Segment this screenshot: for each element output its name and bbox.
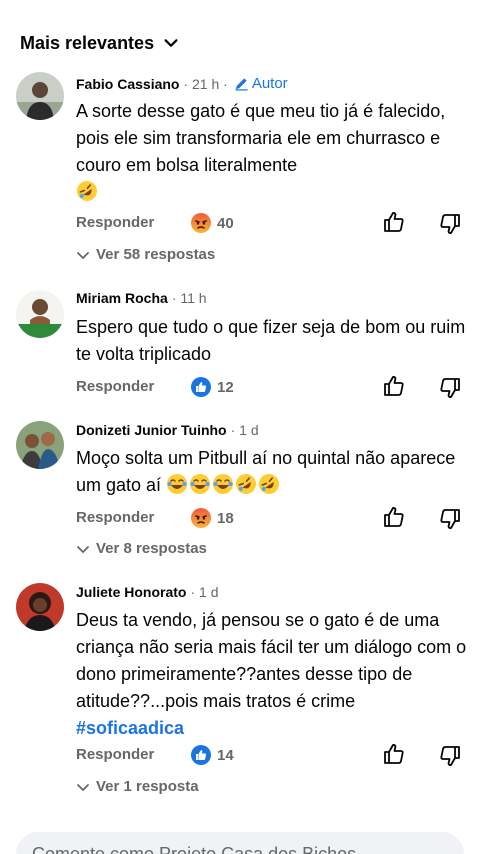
reaction-summary[interactable]: 40 [190,212,234,234]
angry-reaction-icon [191,213,211,233]
chevron-down-icon [164,39,178,47]
comment-time: · 11 h [171,290,207,306]
commenter-name[interactable]: Donizeti Junior Tuinho [76,422,227,438]
comment-time: · 1 d [190,584,219,600]
sort-dropdown[interactable]: Mais relevantes [20,30,180,56]
reply-button[interactable]: Responder [76,378,154,395]
tears-of-joy-emoji [190,474,211,494]
chevron-down-icon [77,545,89,553]
comment-text: Deus ta vendo, já pensou se o gato é de … [76,607,468,742]
thumbs-down-icon[interactable] [438,507,462,531]
rolling-laughing-emoji [259,474,280,494]
thumbs-down-icon[interactable] [438,376,462,400]
comment-body: Espero que tudo o que fizer seja de bom … [76,317,466,364]
comment-text: A sorte desse gato é que meu tio já é fa… [76,98,468,206]
reaction-count: 14 [217,746,234,764]
avatar[interactable] [16,72,64,120]
reply-button[interactable]: Responder [76,509,154,526]
view-replies-button[interactable]: Ver 8 respostas [76,540,207,557]
view-replies-label: Ver 8 respostas [96,540,207,557]
thumbs-up-icon[interactable] [382,742,406,766]
avatar[interactable] [16,290,64,338]
angry-reaction-icon [191,508,211,528]
view-replies-label: Ver 58 respostas [96,246,216,263]
thumbs-down-icon[interactable] [438,212,462,236]
comment-body: Deus ta vendo, já pensou se o gato é de … [76,610,467,711]
reply-button[interactable]: Responder [76,746,154,763]
like-reaction-icon [191,377,211,397]
reaction-count: 40 [217,214,234,232]
rolling-laughing-emoji [77,181,97,201]
commenter-name[interactable]: Miriam Rocha [76,290,168,306]
view-replies-button[interactable]: Ver 1 resposta [76,778,199,795]
view-replies-label: Ver 1 resposta [96,778,199,795]
tears-of-joy-emoji [213,474,234,494]
view-replies-button[interactable]: Ver 58 respostas [76,246,215,263]
comment-body: A sorte desse gato é que meu tio já é fa… [76,101,446,175]
thumbs-down-icon[interactable] [438,744,462,768]
comment-composer[interactable]: Comente como Projeto Casa dos Bichos [16,832,464,854]
comment-text: Moço solta um Pitbull aí no quintal não … [76,445,468,499]
reaction-count: 18 [217,509,234,527]
thumbs-up-icon[interactable] [382,210,406,234]
hashtag-link[interactable]: #soficaadica [76,718,184,738]
commenter-name[interactable]: Fabio Cassiano [76,76,179,92]
like-reaction-icon [191,745,211,765]
author-badge-label: Autor [251,75,288,92]
thumbs-up-icon[interactable] [382,374,406,398]
chevron-down-icon [77,251,89,259]
reaction-summary[interactable]: 14 [190,744,234,766]
avatar[interactable] [16,583,64,631]
avatar[interactable] [16,421,64,469]
reaction-summary[interactable]: 18 [190,507,234,529]
sort-label: Mais relevantes [20,32,155,53]
tears-of-joy-emoji [167,474,188,494]
pencil-icon [235,78,248,91]
comment-time: · 21 h · [183,75,228,92]
reply-button[interactable]: Responder [76,214,154,231]
composer-placeholder[interactable]: Comente como Projeto Casa dos Bichos [32,844,356,854]
thumbs-up-icon[interactable] [382,505,406,529]
commenter-name[interactable]: Juliete Honorato [76,584,186,600]
reaction-summary[interactable]: 12 [190,376,234,398]
author-badge: Autor [234,75,288,92]
rolling-laughing-emoji [236,474,257,494]
chevron-down-icon [77,783,89,791]
comment-time: · 1 d [230,422,259,438]
reaction-count: 12 [217,378,234,396]
comment-text: Espero que tudo o que fizer seja de bom … [76,314,468,368]
